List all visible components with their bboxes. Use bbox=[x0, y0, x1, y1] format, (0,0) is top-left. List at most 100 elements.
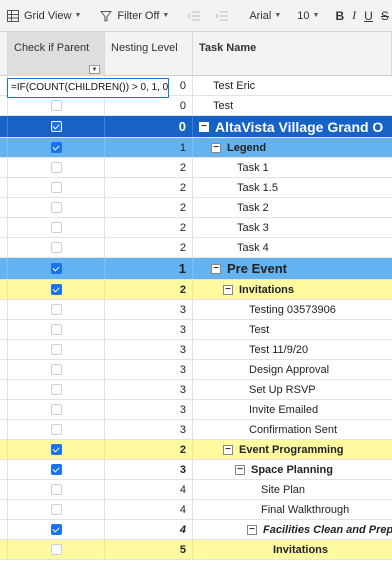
task-name-cell[interactable]: Test bbox=[193, 320, 392, 339]
check-if-parent-cell[interactable] bbox=[8, 198, 105, 217]
check-if-parent-cell[interactable] bbox=[8, 300, 105, 319]
check-if-parent-cell[interactable] bbox=[8, 258, 105, 279]
row-gutter[interactable] bbox=[0, 238, 8, 257]
row-gutter[interactable] bbox=[0, 380, 8, 399]
check-if-parent-cell[interactable] bbox=[8, 420, 105, 439]
nesting-level-cell[interactable]: 2 bbox=[105, 280, 193, 299]
table-row[interactable]: 2 Task 3 bbox=[0, 218, 392, 238]
table-row[interactable]: 5 Invitations bbox=[0, 540, 392, 560]
task-name-cell[interactable]: Test bbox=[193, 96, 392, 115]
nesting-level-cell[interactable]: 3 bbox=[105, 340, 193, 359]
row-gutter[interactable] bbox=[0, 360, 8, 379]
checkbox-unchecked[interactable] bbox=[50, 242, 62, 253]
checkbox-checked[interactable] bbox=[50, 121, 62, 132]
task-name-cell[interactable]: − AltaVista Village Grand O bbox=[193, 116, 392, 137]
font-size-select[interactable]: 10 ▼ bbox=[293, 0, 323, 31]
checkbox-unchecked[interactable] bbox=[50, 304, 62, 315]
nesting-level-cell[interactable]: 2 bbox=[105, 218, 193, 237]
table-row[interactable]: 0− AltaVista Village Grand O bbox=[0, 116, 392, 138]
column-header-nesting-level[interactable]: Nesting Level bbox=[105, 32, 193, 76]
row-gutter[interactable] bbox=[0, 218, 8, 237]
table-row[interactable]: 3 Testing 03573906 bbox=[0, 300, 392, 320]
row-gutter[interactable] bbox=[0, 340, 8, 359]
table-row[interactable]: 3 Design Approval bbox=[0, 360, 392, 380]
task-name-cell[interactable]: − Legend bbox=[193, 138, 392, 157]
row-gutter[interactable] bbox=[0, 520, 8, 539]
nesting-level-cell[interactable]: 3 bbox=[105, 300, 193, 319]
row-gutter[interactable] bbox=[0, 138, 8, 157]
table-row[interactable]: 2− Invitations bbox=[0, 280, 392, 300]
outdent-button[interactable] bbox=[181, 0, 209, 31]
table-row[interactable]: 3 Test bbox=[0, 320, 392, 340]
task-name-cell[interactable]: Confirmation Sent bbox=[193, 420, 392, 439]
check-if-parent-cell[interactable] bbox=[8, 320, 105, 339]
task-name-cell[interactable]: Invite Emailed bbox=[193, 400, 392, 419]
check-if-parent-cell[interactable] bbox=[8, 138, 105, 157]
checkbox-checked[interactable] bbox=[50, 263, 62, 274]
task-name-cell[interactable]: Invitations bbox=[193, 540, 392, 559]
checkbox-unchecked[interactable] bbox=[50, 384, 62, 395]
checkbox-unchecked[interactable] bbox=[50, 364, 62, 375]
row-gutter[interactable] bbox=[0, 320, 8, 339]
table-row[interactable]: 2 Task 1.5 bbox=[0, 178, 392, 198]
table-row[interactable]: 4 Site Plan bbox=[0, 480, 392, 500]
checkbox-unchecked[interactable] bbox=[50, 222, 62, 233]
task-name-cell[interactable]: Task 3 bbox=[193, 218, 392, 237]
row-gutter[interactable] bbox=[0, 158, 8, 177]
check-if-parent-cell[interactable] bbox=[8, 540, 105, 559]
collapse-toggle-icon[interactable]: − bbox=[223, 284, 233, 295]
task-name-cell[interactable]: − Pre Event bbox=[193, 258, 392, 279]
row-gutter[interactable] bbox=[0, 280, 8, 299]
table-row[interactable]: 2 Task 4 bbox=[0, 238, 392, 258]
row-gutter[interactable] bbox=[0, 480, 8, 499]
check-if-parent-cell[interactable] bbox=[8, 116, 105, 137]
checkbox-unchecked[interactable] bbox=[50, 100, 62, 111]
task-name-cell[interactable]: Design Approval bbox=[193, 360, 392, 379]
column-header-task-name[interactable]: Task Name bbox=[193, 32, 392, 76]
task-name-cell[interactable]: Set Up RSVP bbox=[193, 380, 392, 399]
font-family-select[interactable]: Arial ▼ bbox=[245, 0, 285, 31]
check-if-parent-cell[interactable] bbox=[8, 280, 105, 299]
task-name-cell[interactable]: Testing 03573906 bbox=[193, 300, 392, 319]
collapse-toggle-icon[interactable]: − bbox=[211, 142, 221, 153]
nesting-level-cell[interactable]: 3 bbox=[105, 380, 193, 399]
check-if-parent-cell[interactable] bbox=[8, 340, 105, 359]
table-row[interactable]: 3− Space Planning bbox=[0, 460, 392, 480]
table-row[interactable]: 2 Task 1 bbox=[0, 158, 392, 178]
collapse-toggle-icon[interactable]: − bbox=[223, 444, 233, 455]
check-if-parent-cell[interactable] bbox=[8, 96, 105, 115]
check-if-parent-cell[interactable] bbox=[8, 480, 105, 499]
nesting-level-cell[interactable]: 2 bbox=[105, 178, 193, 197]
row-gutter[interactable] bbox=[0, 198, 8, 217]
nesting-level-cell[interactable]: 2 bbox=[105, 158, 193, 177]
task-name-cell[interactable]: Task 1.5 bbox=[193, 178, 392, 197]
check-if-parent-cell[interactable] bbox=[8, 360, 105, 379]
task-name-cell[interactable]: Task 2 bbox=[193, 198, 392, 217]
checkbox-unchecked[interactable] bbox=[50, 404, 62, 415]
nesting-level-cell[interactable]: 1 bbox=[105, 258, 193, 279]
checkbox-checked[interactable] bbox=[50, 444, 62, 455]
table-row[interactable]: 1− Legend bbox=[0, 138, 392, 158]
table-row[interactable]: 3 Confirmation Sent bbox=[0, 420, 392, 440]
nesting-level-cell[interactable]: 4 bbox=[105, 480, 193, 499]
nesting-level-cell[interactable]: 2 bbox=[105, 198, 193, 217]
checkbox-unchecked[interactable] bbox=[50, 182, 62, 193]
column-menu-dropdown-icon[interactable]: ▼ bbox=[89, 65, 100, 74]
table-row[interactable]: 4− Facilities Clean and Prep bbox=[0, 520, 392, 540]
row-gutter[interactable] bbox=[0, 540, 8, 559]
task-name-cell[interactable]: − Event Programming bbox=[193, 440, 392, 459]
checkbox-unchecked[interactable] bbox=[50, 202, 62, 213]
checkbox-unchecked[interactable] bbox=[50, 504, 62, 515]
row-gutter[interactable] bbox=[0, 96, 8, 115]
task-name-cell[interactable]: − Invitations bbox=[193, 280, 392, 299]
collapse-toggle-icon[interactable]: − bbox=[211, 263, 221, 274]
bold-button[interactable]: B bbox=[331, 0, 348, 31]
task-name-cell[interactable]: Task 4 bbox=[193, 238, 392, 257]
checkbox-unchecked[interactable] bbox=[50, 544, 62, 555]
strikethrough-button[interactable]: S bbox=[377, 0, 392, 31]
checkbox-unchecked[interactable] bbox=[50, 324, 62, 335]
table-row[interactable]: 2 Task 2 bbox=[0, 198, 392, 218]
collapse-toggle-icon[interactable]: − bbox=[235, 464, 245, 475]
nesting-level-cell[interactable]: 4 bbox=[105, 500, 193, 519]
checkbox-unchecked[interactable] bbox=[50, 162, 62, 173]
